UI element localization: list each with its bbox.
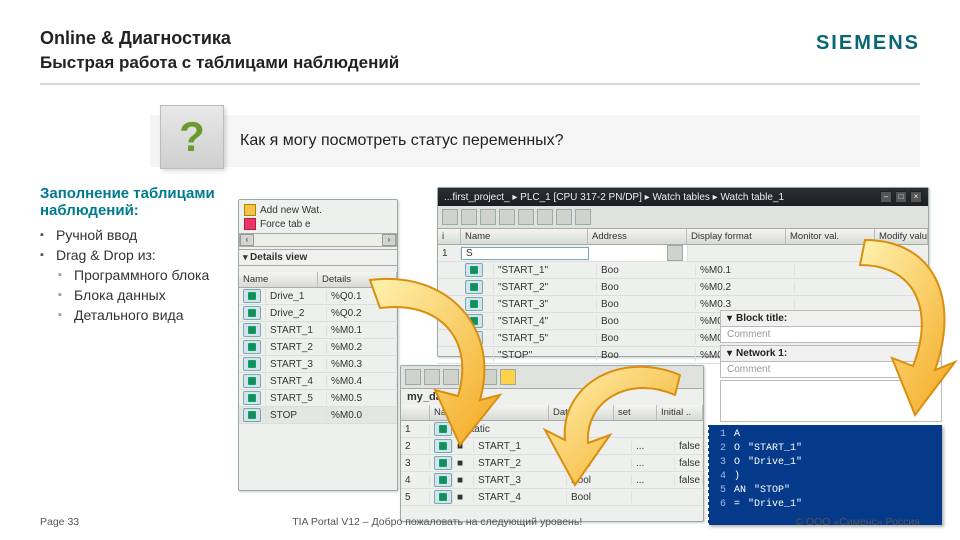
subtitle: Быстрая работа с таблицами наблюдений [40,53,920,73]
watch-input-row[interactable]: 1S [438,245,928,262]
network-header[interactable]: ▾Network 1: [721,346,941,362]
table-row[interactable]: Drive_2%Q0.2 [239,305,397,322]
title: Online & Диагностика [40,28,920,49]
watch-toolbar [438,206,928,229]
siemens-logo: SIEMENS [816,32,920,55]
tool-icon[interactable] [499,209,515,225]
tool-icon[interactable] [537,209,553,225]
table-row[interactable]: 5■START_4Bool [401,489,703,506]
watch-titlebar[interactable]: ...first_project_ ▸ PLC_1 [CPU 317-2 PN/… [438,188,928,206]
slide-header: Online & Диагностика Быстрая работа с та… [40,28,920,85]
tool-icon[interactable] [481,369,497,385]
slide-footer: Page 33 TIA Portal V12 – Добро пожаловат… [40,516,920,528]
table-row[interactable]: Drive_1%Q0.1 [239,288,397,305]
table-row[interactable]: "START_2"Boo%M0.2 [438,279,928,296]
tool-icon[interactable] [480,209,496,225]
breadcrumb[interactable]: ...first_project_ ▸ PLC_1 [CPU 317-2 PN/… [444,192,784,203]
tool-icon[interactable] [442,209,458,225]
tool-icon[interactable] [518,209,534,225]
table-row[interactable]: 2■START_1Bool...false [401,438,703,455]
stl-code-block: 1A 2O"START_1" 3O"Drive_1" 4) 5AN"STOP" … [708,425,942,525]
db-panel: my_data Name Data ty set Initial .. 1▾ S… [400,365,704,522]
table-row[interactable]: START_1%M0.1 [239,322,397,339]
filter-icon[interactable] [500,369,516,385]
project-tree-panel: Add new Wat. Force tab e ‹› ▾ Details vi… [238,199,398,491]
footer-right: © ООО «Сименс» Россия [795,516,920,528]
question-text: Как я могу посмотреть статус переменных? [240,132,564,150]
block-title-header[interactable]: ▾Block title: [721,311,941,327]
table-row[interactable]: 3■START_2Bool...false [401,455,703,472]
min-icon[interactable]: – [880,191,892,203]
tool-icon[interactable] [424,369,440,385]
add-watch-item[interactable]: Add new Wat. [244,204,392,216]
table-row[interactable]: START_2%M0.2 [239,339,397,356]
details-rows: Drive_1%Q0.1 Drive_2%Q0.2 START_1%M0.1 S… [239,288,397,424]
tool-icon[interactable] [575,209,591,225]
force-table-item[interactable]: Force tab e [244,218,392,230]
table-row[interactable]: 4■START_3Bool...false [401,472,703,489]
network-panel: ▾Block title: Comment ▾Network 1: Commen… [720,310,942,424]
table-row[interactable]: "START_1"Boo%M0.1 [438,262,928,279]
close-icon[interactable]: × [910,191,922,203]
table-row[interactable]: START_3%M0.3 [239,356,397,373]
question-mark-icon: ? [160,105,224,169]
tool-icon[interactable] [461,209,477,225]
table-row[interactable]: START_4%M0.4 [239,373,397,390]
footer-mid: TIA Portal V12 – Добро пожаловать на сле… [292,516,582,528]
tool-icon[interactable] [556,209,572,225]
max-icon[interactable]: □ [895,191,907,203]
dropdown-icon[interactable] [667,245,683,261]
page-number: Page 33 [40,516,79,528]
question-bar: Как я могу посмотреть статус переменных? [150,115,920,167]
tool-icon[interactable] [443,369,459,385]
static-row[interactable]: 1▾ Static [401,421,703,438]
table-row[interactable]: START_5%M0.5 [239,390,397,407]
table-row[interactable]: STOP%M0.0 [239,407,397,424]
tool-icon[interactable] [405,369,421,385]
db-title: my_data [401,389,703,405]
db-toolbar [401,366,703,389]
details-view-header[interactable]: ▾ Details view [239,249,397,266]
tool-icon[interactable] [462,369,478,385]
